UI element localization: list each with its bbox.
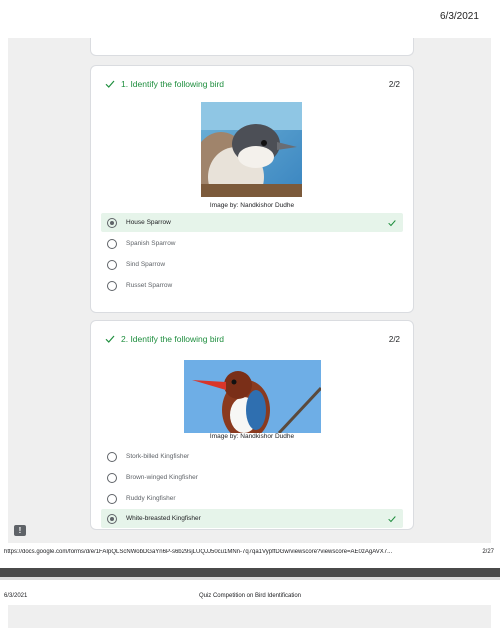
footer-url: https://docs.google.com/forms/d/e/1FAIpQ… [4, 549, 393, 555]
radio-button-selected[interactable] [107, 513, 117, 524]
next-page-title: Quiz Competition on Bird Identification [198, 593, 302, 599]
option-russet-sparrow[interactable]: Russet Sparrow [101, 276, 403, 295]
print-page: 6/3/2021 1. Identify the following bird … [0, 0, 500, 628]
radio-button[interactable] [107, 451, 117, 462]
feedback-icon[interactable]: ! [14, 525, 26, 536]
option-label: Russet Sparrow [126, 282, 173, 289]
radio-button[interactable] [107, 493, 117, 504]
question-card-1: 1. Identify the following bird 2/2 Image… [90, 65, 414, 313]
option-stork-billed-kingfisher[interactable]: Stork-billed Kingfisher [101, 447, 403, 466]
question-score: 2/2 [388, 79, 400, 89]
question-card-2: 2. Identify the following bird 2/2 Image… [90, 320, 414, 530]
print-date: 6/3/2021 [440, 11, 479, 22]
question-title: 1. Identify the following bird [121, 79, 225, 89]
option-label: Brown-winged Kingfisher [126, 474, 198, 481]
option-label: House Sparrow [126, 219, 171, 226]
question-score: 2/2 [388, 334, 400, 344]
option-brown-winged-kingfisher[interactable]: Brown-winged Kingfisher [101, 468, 403, 487]
previous-card-bottom [90, 38, 414, 56]
radio-button-selected[interactable] [107, 217, 117, 228]
option-white-breasted-kingfisher[interactable]: White-breasted Kingfisher [101, 509, 403, 528]
radio-button[interactable] [107, 472, 117, 483]
question-header: 1. Identify the following bird 2/2 [104, 77, 400, 91]
radio-button[interactable] [107, 259, 117, 270]
option-ruddy-kingfisher[interactable]: Ruddy Kingfisher [101, 489, 403, 508]
check-icon [105, 80, 115, 88]
image-credit: Image by: Nandkishor Dudhe [209, 202, 295, 209]
page-separator [0, 568, 500, 577]
kingfisher-image [184, 360, 321, 433]
radio-button[interactable] [107, 280, 117, 291]
image-credit: Image by: Nandkishor Dudhe [209, 433, 295, 440]
option-label: Ruddy Kingfisher [126, 495, 176, 502]
sparrow-image [201, 102, 302, 197]
check-icon [388, 219, 396, 226]
option-label: Stork-billed Kingfisher [126, 453, 190, 460]
page-separator-light [0, 577, 500, 580]
question-header: 2. Identify the following bird 2/2 [104, 332, 400, 346]
option-house-sparrow[interactable]: House Sparrow [101, 213, 403, 232]
next-page-form-background [8, 605, 491, 628]
option-label: Sind Sparrow [126, 261, 166, 268]
check-icon [105, 335, 115, 343]
option-label: White-breasted Kingfisher [126, 515, 201, 522]
radio-button[interactable] [107, 238, 117, 249]
footer-page-number: 2/27 [482, 549, 494, 555]
option-spanish-sparrow[interactable]: Spanish Sparrow [101, 234, 403, 253]
question-title: 2. Identify the following bird [121, 334, 225, 344]
option-sind-sparrow[interactable]: Sind Sparrow [101, 255, 403, 274]
option-label: Spanish Sparrow [126, 240, 176, 247]
check-icon [388, 515, 396, 522]
